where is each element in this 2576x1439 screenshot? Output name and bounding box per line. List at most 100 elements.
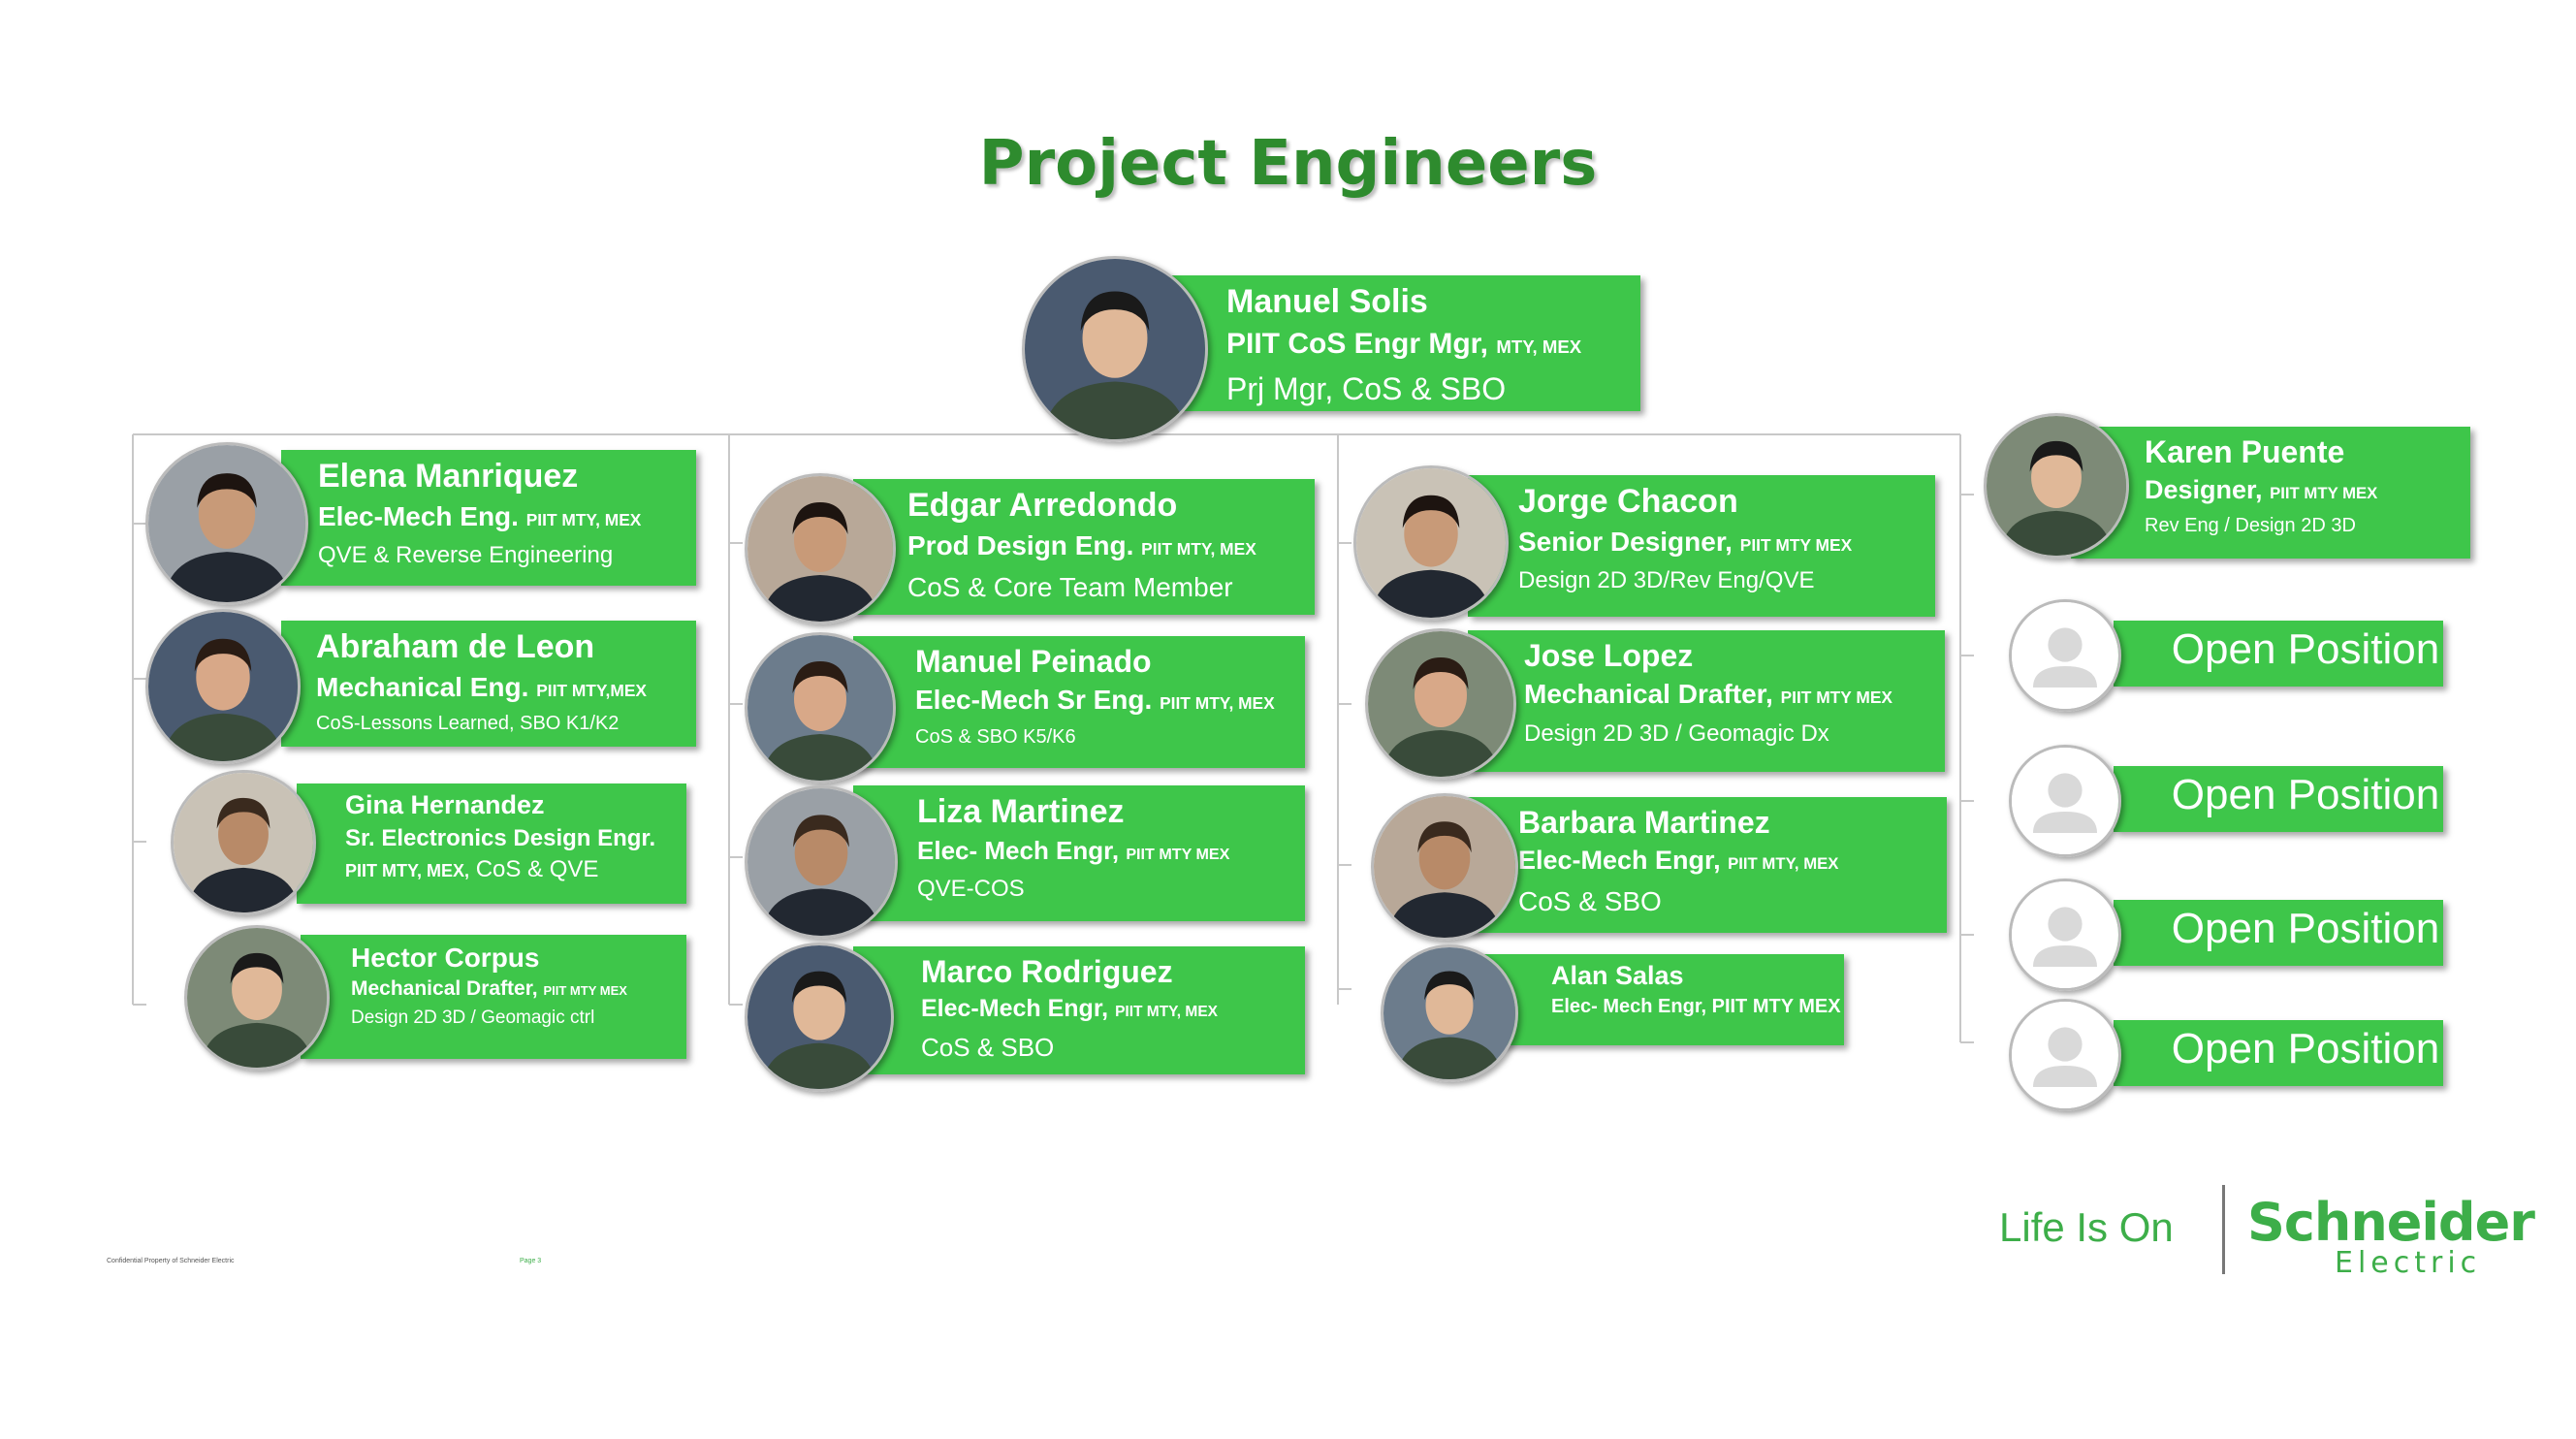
person-card[interactable]: Hector Corpus Mechanical Drafter, PIIT MT… bbox=[301, 935, 686, 1059]
person-card[interactable]: Manuel Peinado Elec-Mech Sr Eng. PIIT MTY… bbox=[853, 636, 1305, 768]
card-text: Elena Manriquez Elec-Mech Eng. PIIT MTY, … bbox=[318, 456, 641, 572]
person-name-text: Hector Corpus bbox=[351, 943, 540, 973]
person-role-text: Elec- Mech Engr, bbox=[917, 835, 1120, 865]
person-location: PIIT MTY,MEX bbox=[536, 680, 647, 700]
person-detail: Design 2D 3D / Geomagic Dx bbox=[1524, 718, 1892, 751]
person-name-text: Karen Puente bbox=[2145, 434, 2345, 469]
open-position-label: Open Position bbox=[2171, 905, 2440, 952]
card-text: Jorge Chacon Senior Designer, PIIT MTY ME… bbox=[1518, 481, 1852, 597]
person-detail-text: QVE-COS bbox=[917, 876, 1025, 903]
person-card[interactable]: Barbara Martinez Elec-Mech Engr, PIIT MTY… bbox=[1468, 797, 1947, 933]
person-name: Hector Corpus bbox=[351, 941, 627, 975]
card-text: Hector Corpus Mechanical Drafter, PIIT MT… bbox=[351, 941, 627, 1032]
person-detail: CoS & SBO bbox=[921, 1030, 1218, 1065]
person-role-text: Mechanical Drafter, bbox=[351, 977, 538, 1000]
person-role: Elec-Mech Sr Eng. PIIT MTY, MEX bbox=[915, 681, 1275, 723]
person-role: Senior Designer, PIIT MTY MEX bbox=[1518, 523, 1852, 565]
person-card[interactable]: Liza Martinez Elec- Mech Engr, PIIT MTY M… bbox=[853, 785, 1305, 921]
person-role-text: Designer, bbox=[2145, 475, 2263, 504]
card-text: Abraham de Leon Mechanical Eng. PIIT MTY,… bbox=[316, 626, 647, 737]
open-position-card[interactable]: Open Position bbox=[2114, 1020, 2443, 1086]
person-name-text: Jorge Chacon bbox=[1518, 483, 1738, 520]
photo-avatar bbox=[171, 770, 316, 915]
person-detail-text: Rev Eng / Design 2D 3D bbox=[2145, 515, 2356, 537]
person-detail: CoS & SBO bbox=[1518, 882, 1838, 920]
person-location: PIIT MTY MEX bbox=[1739, 534, 1853, 555]
brand-subtitle: Electric bbox=[2335, 1246, 2482, 1280]
person-role-text: PIIT CoS Engr Mgr, bbox=[1226, 327, 1489, 360]
person-detail-text: CoS & Core Team Member bbox=[907, 572, 1233, 603]
photo-avatar bbox=[1381, 944, 1518, 1082]
person-card[interactable]: Jose Lopez Mechanical Drafter, PIIT MTY M… bbox=[1468, 630, 1945, 772]
card-text: Alan Salas Elec- Mech Engr, PIIT MTY MEX bbox=[1551, 960, 1841, 1021]
person-card[interactable]: Abraham de Leon Mechanical Eng. PIIT MTY,… bbox=[281, 621, 696, 747]
person-name: Gina Hernandez bbox=[345, 789, 655, 822]
person-name-text: Abraham de Leon bbox=[316, 628, 595, 665]
card-text: Barbara Martinez Elec-Mech Engr, PIIT MTY… bbox=[1518, 803, 1838, 920]
person-name-text: Barbara Martinez bbox=[1518, 805, 1770, 840]
open-position-card[interactable]: Open Position bbox=[2114, 621, 2443, 687]
person-detail: CoS & SBO K5/K6 bbox=[915, 723, 1275, 751]
person-name-text: Elena Manriquez bbox=[318, 458, 579, 495]
card-text: Karen Puente Designer, PIIT MTY MEX Rev En… bbox=[2145, 432, 2377, 539]
person-card[interactable]: Elena Manriquez Elec-Mech Eng. PIIT MTY, … bbox=[281, 450, 696, 586]
person-role: Prod Design Eng. PIIT MTY, MEX bbox=[907, 527, 1256, 569]
photo-avatar bbox=[1984, 413, 2129, 559]
photo-avatar bbox=[745, 473, 896, 624]
person-name-text: Marco Rodriguez bbox=[921, 954, 1173, 989]
person-name-text: Manuel Solis bbox=[1226, 283, 1428, 320]
person-location: PIIT MTY MEX bbox=[1126, 845, 1230, 863]
photo-avatar bbox=[1371, 793, 1518, 941]
photo-avatar bbox=[1022, 256, 1208, 442]
person-role: Mechanical Eng. PIIT MTY,MEX bbox=[316, 668, 647, 711]
person-role-text: Elec-Mech Eng. bbox=[318, 500, 519, 531]
person-name: Edgar Arredondo bbox=[907, 485, 1256, 527]
person-name-text: Liza Martinez bbox=[917, 793, 1125, 830]
person-card[interactable]: Karen Puente Designer, PIIT MTY MEX Rev En… bbox=[2071, 427, 2470, 559]
person-role-text: Elec-Mech Sr Eng. bbox=[915, 685, 1153, 715]
person-name: Marco Rodriguez bbox=[921, 952, 1218, 991]
person-role-text: Sr. Electronics Design Engr. bbox=[345, 824, 656, 851]
placeholder-avatar-icon bbox=[2009, 599, 2121, 712]
person-location: PIIT MTY, MEX bbox=[525, 509, 642, 529]
person-role-text: Mechanical Drafter, bbox=[1524, 679, 1773, 709]
person-detail: Design 2D 3D/Rev Eng/QVE bbox=[1518, 564, 1852, 597]
person-name: Jose Lopez bbox=[1524, 636, 1892, 675]
person-name-text: Gina Hernandez bbox=[345, 790, 545, 819]
person-name: Jorge Chacon bbox=[1518, 481, 1852, 523]
person-role: Sr. Electronics Design Engr. bbox=[345, 822, 655, 856]
open-position-label: Open Position bbox=[2171, 1025, 2440, 1072]
person-detail: QVE-COS bbox=[917, 873, 1229, 906]
photo-avatar bbox=[1365, 628, 1516, 780]
person-card[interactable]: Marco Rodriguez Elec-Mech Engr, PIIT MTY,… bbox=[853, 946, 1305, 1074]
person-name: Manuel Solis bbox=[1226, 281, 1581, 323]
tagline-text: Life Is On bbox=[1999, 1204, 2174, 1250]
person-card[interactable]: Jorge Chacon Senior Designer, PIIT MTY ME… bbox=[1468, 475, 1935, 617]
page-title: Project Engineers bbox=[978, 128, 1598, 200]
person-name: Alan Salas bbox=[1551, 960, 1841, 993]
placeholder-avatar-icon bbox=[2009, 999, 2121, 1111]
photo-avatar bbox=[745, 943, 894, 1092]
person-card[interactable]: Gina Hernandez Sr. Electronics Design Eng… bbox=[297, 783, 686, 904]
open-position-label: Open Position bbox=[2171, 625, 2440, 673]
person-location: PIIT MTY MEX bbox=[543, 983, 627, 998]
person-detail-location: PIIT MTY, MEX, bbox=[345, 860, 470, 880]
person-name-text: Edgar Arredondo bbox=[907, 487, 1178, 524]
person-location: PIIT MTY MEX bbox=[2270, 484, 2378, 502]
person-name: Abraham de Leon bbox=[316, 626, 647, 668]
person-location: PIIT MTY MEX bbox=[1780, 688, 1892, 707]
person-name-text: Jose Lopez bbox=[1524, 638, 1694, 673]
placeholder-avatar-icon bbox=[2009, 745, 2121, 857]
manager-card[interactable]: Manuel Solis PIIT CoS Engr Mgr, MTY, MEX P… bbox=[1169, 275, 1640, 411]
person-card[interactable]: Alan Salas Elec- Mech Engr, PIIT MTY MEX bbox=[1479, 954, 1844, 1045]
person-role: Elec- Mech Engr, PIIT MTY MEX bbox=[1551, 993, 1841, 1021]
person-detail-text: CoS-Lessons Learned, SBO K1/K2 bbox=[316, 713, 620, 735]
person-detail: QVE & Reverse Engineering bbox=[318, 539, 641, 572]
open-position-card[interactable]: Open Position bbox=[2114, 900, 2443, 966]
open-position-card[interactable]: Open Position bbox=[2114, 766, 2443, 832]
person-role: Elec-Mech Eng. PIIT MTY, MEX bbox=[318, 497, 641, 540]
person-detail: CoS-Lessons Learned, SBO K1/K2 bbox=[316, 710, 647, 737]
person-card[interactable]: Edgar Arredondo Prod Design Eng. PIIT MTY… bbox=[853, 479, 1315, 615]
person-detail: Design 2D 3D / Geomagic ctrl bbox=[351, 1006, 627, 1032]
person-detail-text: Design 2D 3D/Rev Eng/QVE bbox=[1518, 567, 1815, 594]
